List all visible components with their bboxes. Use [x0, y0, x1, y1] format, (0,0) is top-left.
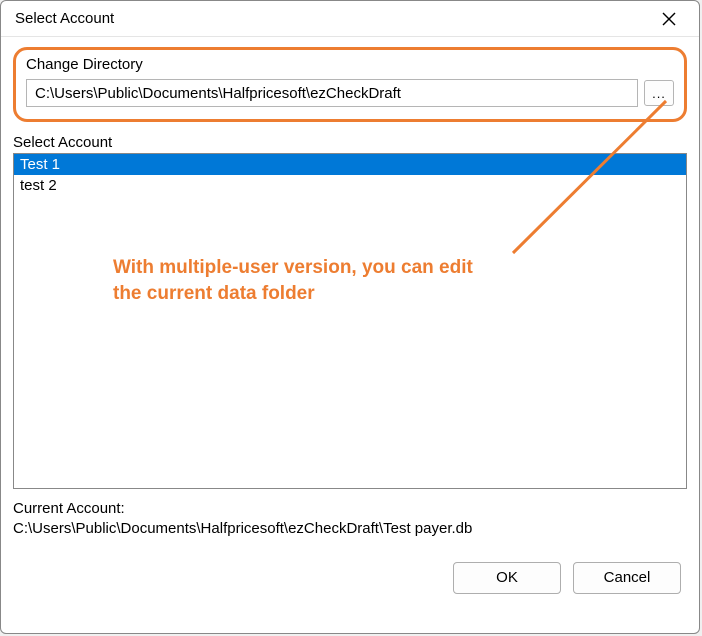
listbox-wrap: Test 1 test 2 With multiple-user version… — [13, 153, 687, 489]
select-account-dialog: Select Account Change Directory ... Sele… — [0, 0, 700, 634]
directory-row: ... — [26, 79, 674, 107]
button-row: OK Cancel — [13, 562, 687, 594]
current-account-path: C:\Users\Public\Documents\Halfpricesoft\… — [13, 519, 687, 539]
account-listbox[interactable]: Test 1 test 2 — [13, 153, 687, 489]
cancel-button[interactable]: Cancel — [573, 562, 681, 594]
browse-button[interactable]: ... — [644, 80, 674, 106]
dialog-title: Select Account — [15, 10, 114, 27]
directory-input[interactable] — [26, 79, 638, 107]
close-icon — [662, 12, 676, 26]
ok-button[interactable]: OK — [453, 562, 561, 594]
titlebar: Select Account — [1, 1, 699, 37]
current-account-label: Current Account: — [13, 499, 687, 519]
list-item[interactable]: test 2 — [14, 175, 686, 196]
list-item[interactable]: Test 1 — [14, 154, 686, 175]
close-button[interactable] — [651, 5, 687, 33]
change-directory-label: Change Directory — [26, 56, 674, 73]
dialog-content: Change Directory ... Select Account Test… — [1, 37, 699, 633]
change-directory-highlight: Change Directory ... — [13, 47, 687, 122]
select-account-label: Select Account — [13, 134, 687, 151]
current-account-info: Current Account: C:\Users\Public\Documen… — [13, 499, 687, 540]
